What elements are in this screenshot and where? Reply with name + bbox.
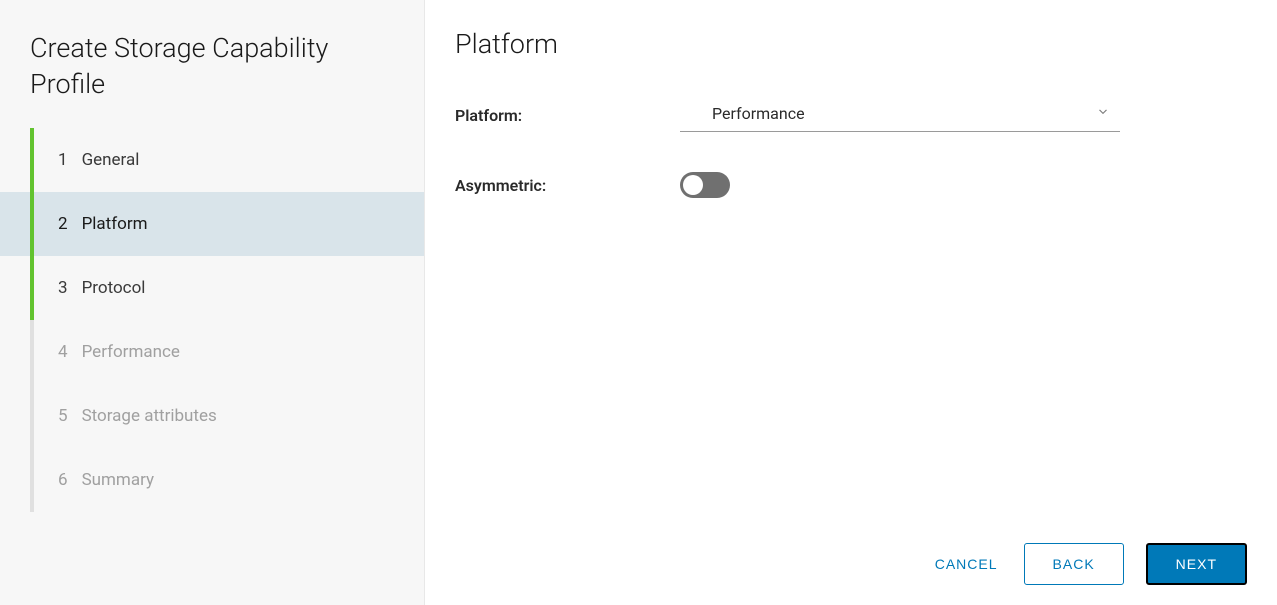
asymmetric-label: Asymmetric: [455, 176, 680, 195]
next-button[interactable]: NEXT [1146, 543, 1247, 585]
step-label: Platform [82, 214, 148, 234]
wizard-container: Create Storage Capability Profile 1 Gene… [0, 0, 1277, 605]
step-number: 5 [58, 406, 68, 426]
step-summary[interactable]: 6 Summary [0, 448, 424, 512]
platform-label: Platform: [455, 106, 680, 125]
platform-select[interactable]: Performance [680, 98, 1120, 132]
step-label: Storage attributes [82, 406, 217, 426]
step-general[interactable]: 1 General [0, 128, 424, 192]
step-label: General [82, 150, 140, 170]
asymmetric-toggle[interactable] [680, 172, 730, 198]
toggle-knob [683, 175, 703, 195]
cancel-button[interactable]: CANCEL [931, 546, 1002, 582]
wizard-title: Create Storage Capability Profile [0, 30, 424, 128]
asymmetric-row: Asymmetric: [455, 172, 1247, 198]
step-platform[interactable]: 2 Platform [0, 192, 424, 256]
wizard-sidebar: Create Storage Capability Profile 1 Gene… [0, 0, 425, 605]
step-performance[interactable]: 4 Performance [0, 320, 424, 384]
wizard-steps: 1 General 2 Platform 3 Protocol 4 Perfor… [0, 128, 424, 512]
step-number: 4 [58, 342, 68, 362]
step-label: Performance [82, 342, 180, 362]
step-number: 6 [58, 470, 68, 490]
page-title: Platform [455, 28, 1247, 60]
step-protocol[interactable]: 3 Protocol [0, 256, 424, 320]
step-number: 1 [58, 150, 68, 170]
platform-select-wrap: Performance [680, 98, 1120, 132]
platform-row: Platform: Performance [455, 98, 1247, 132]
step-number: 3 [58, 278, 68, 298]
step-storage-attributes[interactable]: 5 Storage attributes [0, 384, 424, 448]
step-label: Summary [82, 470, 154, 490]
step-number: 2 [58, 214, 68, 234]
step-label: Protocol [82, 278, 146, 298]
wizard-main: Platform Platform: Performance Asymmetri… [425, 0, 1277, 605]
wizard-footer: CANCEL BACK NEXT [455, 523, 1247, 585]
back-button[interactable]: BACK [1024, 543, 1124, 585]
